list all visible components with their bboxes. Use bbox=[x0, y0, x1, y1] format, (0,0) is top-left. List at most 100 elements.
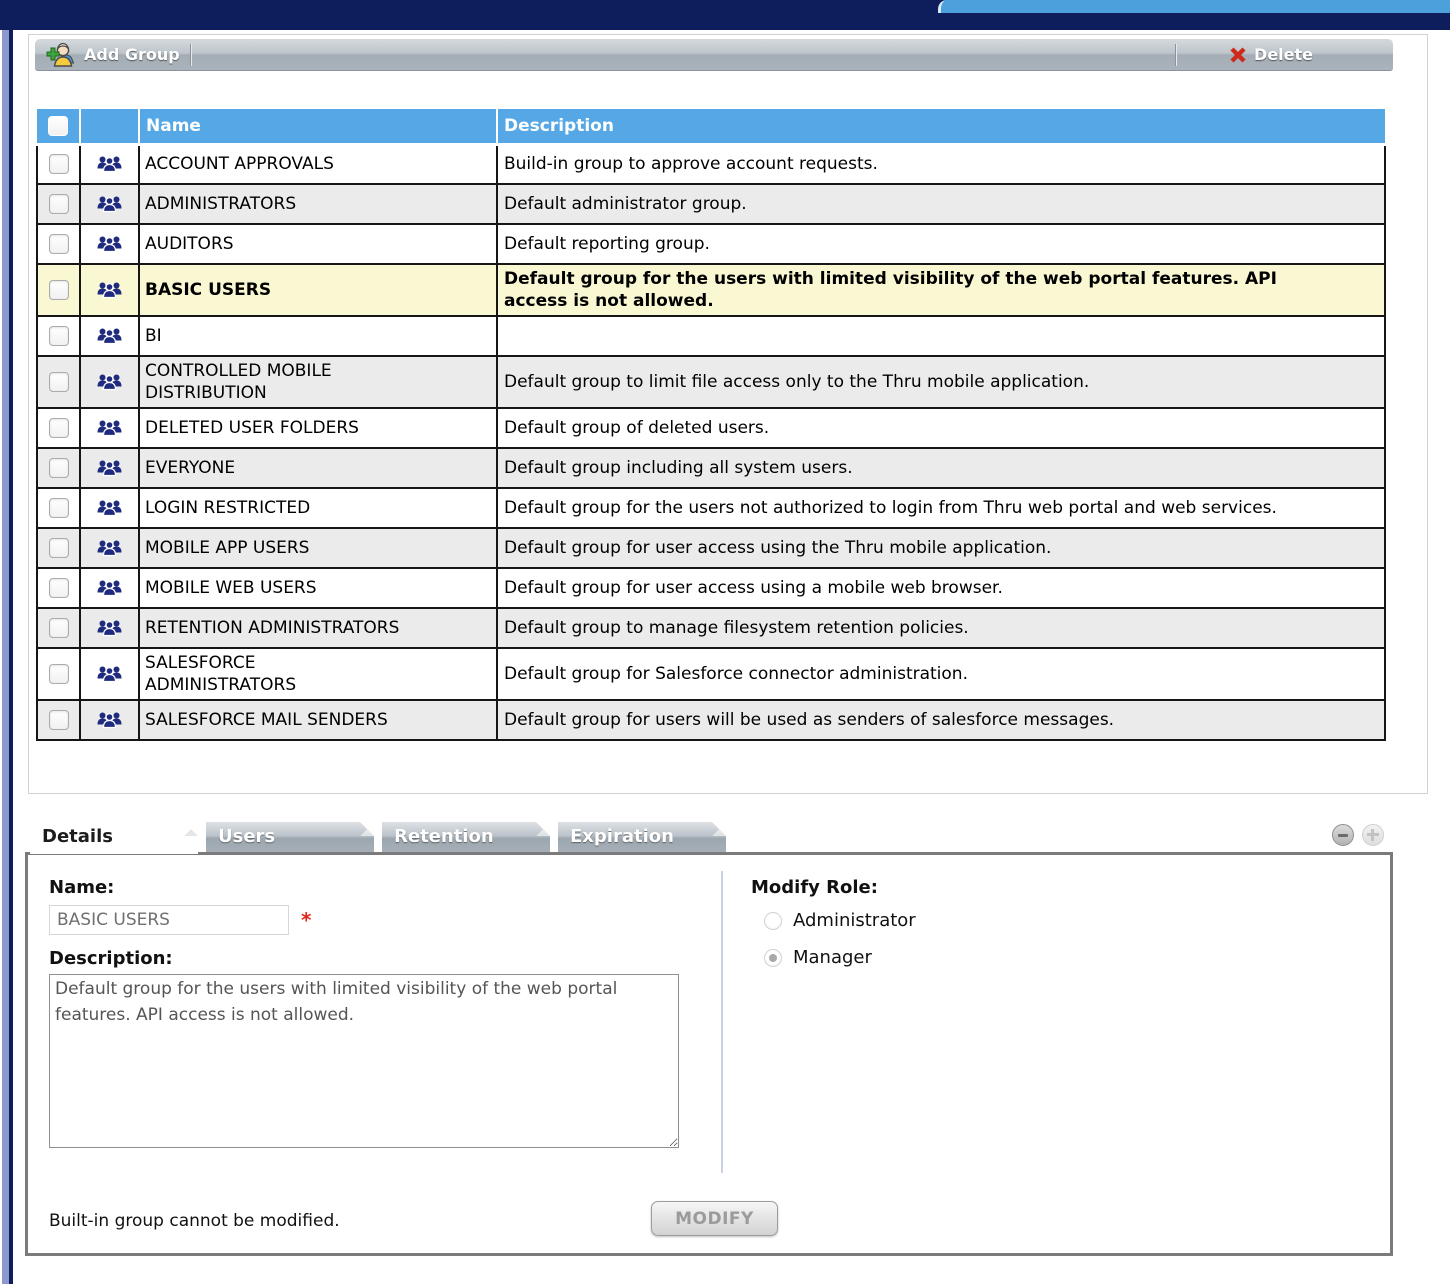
group-description: Default group of deleted users. bbox=[497, 408, 1385, 448]
group-description: Build-in group to approve account reques… bbox=[497, 144, 1385, 184]
row-checkbox[interactable] bbox=[49, 618, 69, 638]
modify-button[interactable]: MODIFY bbox=[651, 1201, 778, 1236]
tab-details[interactable]: Details bbox=[30, 822, 198, 854]
row-checkbox[interactable] bbox=[49, 710, 69, 730]
row-checkbox[interactable] bbox=[49, 326, 69, 346]
group-name: BI bbox=[139, 316, 497, 356]
required-asterisk: * bbox=[301, 908, 311, 932]
group-description-textarea[interactable]: Default group for the users with limited… bbox=[49, 974, 679, 1148]
row-checkbox[interactable] bbox=[49, 418, 69, 438]
role-option[interactable]: Manager bbox=[764, 947, 872, 968]
group-name: ACCOUNT APPROVALS bbox=[139, 144, 497, 184]
tab-fold-corner bbox=[712, 822, 726, 836]
group-name: EVERYONE bbox=[139, 448, 497, 488]
group-people-icon bbox=[96, 326, 123, 346]
group-row[interactable]: BI bbox=[37, 316, 1385, 356]
row-checkbox[interactable] bbox=[49, 664, 69, 684]
row-checkbox[interactable] bbox=[49, 538, 69, 558]
group-name: ADMINISTRATORS bbox=[139, 184, 497, 224]
description-column-header: Description bbox=[497, 109, 1385, 144]
group-row[interactable]: MOBILE WEB USERS Default group for user … bbox=[37, 568, 1385, 608]
group-description: Default reporting group. bbox=[497, 224, 1385, 264]
name-column-header: Name bbox=[139, 109, 497, 144]
group-row[interactable]: ACCOUNT APPROVALS Build-in group to appr… bbox=[37, 144, 1385, 184]
group-name: BASIC USERS bbox=[139, 264, 497, 316]
group-row[interactable]: EVERYONE Default group including all sys… bbox=[37, 448, 1385, 488]
add-group-button[interactable]: Add Group bbox=[35, 41, 180, 69]
group-name-input[interactable] bbox=[49, 905, 289, 935]
group-people-icon bbox=[96, 710, 123, 730]
group-description: Default group for user access using a mo… bbox=[497, 568, 1385, 608]
groups-list-panel: Add Group Delete Name Description bbox=[28, 34, 1428, 794]
tab-retention[interactable]: Retention bbox=[382, 822, 550, 852]
group-row[interactable]: AUDITORS Default reporting group. bbox=[37, 224, 1385, 264]
row-checkbox[interactable] bbox=[49, 234, 69, 254]
group-row[interactable]: MOBILE APP USERS Default group for user … bbox=[37, 528, 1385, 568]
group-name: AUDITORS bbox=[139, 224, 497, 264]
group-row[interactable]: SALESFORCE MAIL SENDERS Default group fo… bbox=[37, 700, 1385, 740]
group-row[interactable]: LOGIN RESTRICTED Default group for the u… bbox=[37, 488, 1385, 528]
group-row[interactable]: SALESFORCE ADMINISTRATORS Default group … bbox=[37, 648, 1385, 700]
group-people-icon bbox=[96, 194, 123, 214]
group-description bbox=[497, 316, 1385, 356]
group-people-icon bbox=[96, 618, 123, 638]
group-name: SALESFORCE ADMINISTRATORS bbox=[139, 648, 497, 700]
add-group-label: Add Group bbox=[84, 45, 180, 64]
group-row[interactable]: DELETED USER FOLDERS Default group of de… bbox=[37, 408, 1385, 448]
group-people-icon bbox=[96, 664, 123, 684]
group-row[interactable]: RETENTION ADMINISTRATORS Default group t… bbox=[37, 608, 1385, 648]
select-all-checkbox[interactable] bbox=[48, 116, 68, 136]
tab-fold-corner bbox=[184, 822, 198, 836]
tab-fold-corner bbox=[536, 822, 550, 836]
collapse-minus-icon[interactable] bbox=[1332, 824, 1354, 846]
group-name: LOGIN RESTRICTED bbox=[139, 488, 497, 528]
tab-expiration[interactable]: Expiration bbox=[558, 822, 726, 852]
group-people-icon bbox=[96, 578, 123, 598]
group-people-icon bbox=[96, 498, 123, 518]
group-description: Default group for user access using the … bbox=[497, 528, 1385, 568]
modify-role-label: Modify Role: bbox=[751, 877, 878, 898]
group-row[interactable]: ADMINISTRATORS Default administrator gro… bbox=[37, 184, 1385, 224]
row-checkbox[interactable] bbox=[49, 498, 69, 518]
expand-plus-icon[interactable] bbox=[1362, 824, 1384, 846]
name-field-label: Name: bbox=[49, 877, 114, 898]
left-frame-line bbox=[9, 30, 13, 1284]
row-checkbox[interactable] bbox=[49, 372, 69, 392]
group-people-icon bbox=[96, 538, 123, 558]
group-name: CONTROLLED MOBILE DISTRIBUTION bbox=[139, 356, 497, 408]
group-people-icon bbox=[96, 418, 123, 438]
tab-users[interactable]: Users bbox=[206, 822, 374, 852]
group-description: Default group including all system users… bbox=[497, 448, 1385, 488]
group-people-icon bbox=[96, 280, 123, 300]
radio-button-icon[interactable] bbox=[764, 912, 782, 930]
groups-table-body: ACCOUNT APPROVALS Build-in group to appr… bbox=[37, 144, 1385, 740]
group-description: Default group for the users not authoriz… bbox=[497, 488, 1385, 528]
details-panel: Name: * Description: Default group for t… bbox=[25, 852, 1393, 1256]
tab-label: Retention bbox=[394, 826, 494, 847]
role-option[interactable]: Administrator bbox=[764, 910, 916, 931]
group-people-icon bbox=[96, 372, 123, 392]
row-checkbox[interactable] bbox=[49, 578, 69, 598]
groups-table-header-row: Name Description bbox=[37, 109, 1385, 144]
delete-button[interactable]: Delete bbox=[1229, 45, 1313, 64]
group-row[interactable]: BASIC USERS Default group for the users … bbox=[37, 264, 1385, 316]
builtin-note: Built-in group cannot be modified. bbox=[49, 1211, 340, 1231]
add-group-icon bbox=[45, 41, 77, 69]
group-people-icon bbox=[96, 458, 123, 478]
group-description: Default administrator group. bbox=[497, 184, 1385, 224]
row-checkbox[interactable] bbox=[49, 154, 69, 174]
row-checkbox[interactable] bbox=[49, 280, 69, 300]
radio-button-icon[interactable] bbox=[764, 949, 782, 967]
group-row[interactable]: CONTROLLED MOBILE DISTRIBUTION Default g… bbox=[37, 356, 1385, 408]
tab-label: Expiration bbox=[570, 826, 674, 847]
details-tab-bar: Details Users Retention Expiration bbox=[30, 822, 726, 854]
group-description: Default group for Salesforce connector a… bbox=[497, 648, 1385, 700]
group-description: Default group for users will be used as … bbox=[497, 700, 1385, 740]
description-field-label: Description: bbox=[49, 948, 173, 969]
row-checkbox[interactable] bbox=[49, 194, 69, 214]
icon-column-header bbox=[80, 109, 139, 144]
form-divider bbox=[721, 871, 723, 1173]
role-option-label: Manager bbox=[793, 947, 872, 968]
tab-label: Details bbox=[42, 826, 113, 847]
row-checkbox[interactable] bbox=[49, 458, 69, 478]
